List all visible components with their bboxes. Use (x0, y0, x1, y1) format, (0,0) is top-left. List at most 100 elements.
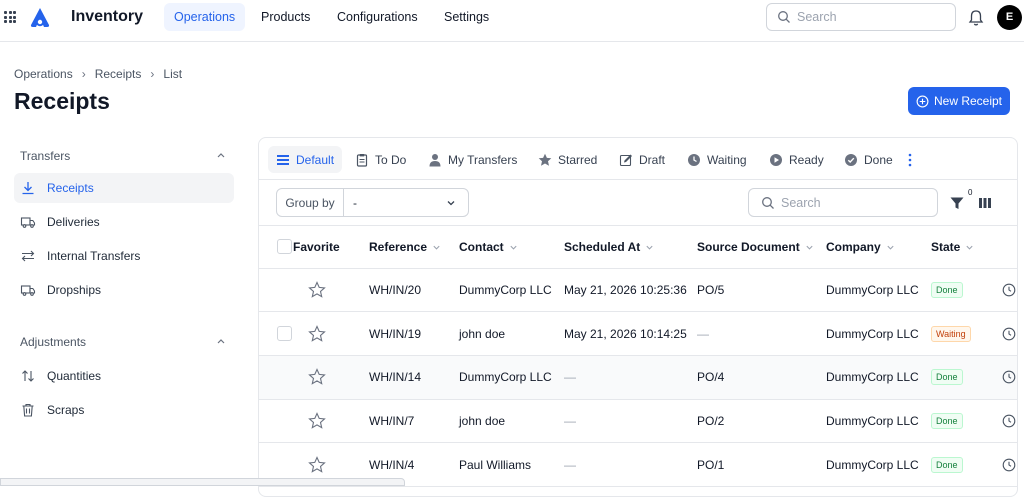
cell-contact: DummyCorp LLC (459, 355, 564, 400)
clipboard-icon (355, 153, 369, 167)
breadcrumb-receipts[interactable]: Receipts (95, 67, 142, 81)
filter-my-transfers[interactable]: My Transfers (420, 146, 525, 173)
cell-company: DummyCorp LLC (826, 355, 931, 400)
clock-icon[interactable] (1002, 370, 1016, 384)
clock-icon[interactable] (1002, 458, 1016, 472)
group-by-label: Group by (277, 189, 344, 216)
row-checkbox[interactable] (277, 326, 292, 342)
top-navbar: Inventory Operations Products Configurat… (0, 0, 1024, 42)
sidebar-section-transfers[interactable]: Transfers (20, 149, 70, 163)
cell-reference: WH/IN/19 (369, 311, 459, 356)
filter-done[interactable]: Done (836, 146, 901, 173)
nav-settings[interactable]: Settings (434, 3, 499, 31)
cell-source: PO/4 (697, 355, 826, 400)
nav-operations[interactable]: Operations (164, 3, 246, 31)
chevron-down-icon (447, 200, 455, 205)
app-title: Inventory (71, 8, 144, 25)
table-row[interactable]: WH/IN/19 john doe May 21, 2026 10:14:25 … (259, 311, 1017, 356)
sidebar-item-deliveries[interactable]: Deliveries (14, 207, 234, 237)
select-all-checkbox[interactable] (277, 239, 292, 255)
sidebar-item-internal-transfers[interactable]: Internal Transfers (14, 241, 234, 271)
clock-icon[interactable] (1002, 283, 1016, 297)
table-row[interactable]: WH/IN/7 john doe — PO/2 DummyCorp LLC Do… (259, 399, 1017, 444)
breadcrumb-list: List (163, 67, 183, 81)
cell-scheduled: May 21, 2026 10:25:36 (564, 268, 697, 313)
column-header-reference[interactable]: Reference (369, 226, 459, 269)
group-by-value: - (353, 195, 357, 210)
filter-default[interactable]: Default (268, 146, 343, 173)
sidebar-item-receipts[interactable]: Receipts (14, 173, 234, 203)
cell-source: PO/2 (697, 399, 826, 444)
receipts-list-panel: Default To Do My Transfers Starred Draft… (258, 137, 1018, 497)
column-header-source-document[interactable]: Source Document (697, 226, 826, 269)
columns-icon[interactable] (978, 196, 992, 210)
list-search-input[interactable] (781, 195, 921, 210)
column-header-contact[interactable]: Contact (459, 226, 564, 269)
filter-tabs: Default To Do My Transfers Starred Draft… (259, 138, 1017, 180)
cell-scheduled: — (564, 442, 697, 487)
sidebar-item-dropships[interactable]: Dropships (14, 275, 234, 305)
bell-icon[interactable] (966, 8, 986, 28)
cell-contact: john doe (459, 311, 564, 356)
receipts-table: Favorite Reference Contact Scheduled At … (259, 226, 1017, 487)
star-outline-icon[interactable] (308, 412, 326, 430)
nav-products[interactable]: Products (251, 3, 320, 31)
nav-configurations[interactable]: Configurations (327, 3, 428, 31)
list-search[interactable] (748, 188, 938, 217)
check-circle-icon (844, 153, 858, 167)
apps-grid-icon[interactable] (4, 11, 16, 23)
filter-to-do[interactable]: To Do (347, 146, 414, 173)
list-toolbar: Group by - 0 (259, 180, 1017, 226)
more-vertical-icon[interactable] (908, 153, 912, 167)
cell-reference: WH/IN/7 (369, 399, 459, 444)
new-receipt-button[interactable]: New Receipt (908, 87, 1010, 115)
filter-waiting[interactable]: Waiting (679, 146, 755, 173)
star-outline-icon[interactable] (308, 368, 326, 386)
cell-source: PO/1 (697, 442, 826, 487)
global-search[interactable] (766, 3, 956, 31)
star-outline-icon[interactable] (308, 324, 326, 343)
status-badge: Done (931, 456, 963, 473)
star-outline-icon[interactable] (308, 455, 326, 474)
global-search-input[interactable] (797, 10, 937, 24)
sidebar-item-label: Deliveries (47, 215, 100, 229)
clock-icon[interactable] (1002, 414, 1016, 428)
sidebar-item-label: Quantities (47, 369, 102, 383)
sidebar-item-scraps[interactable]: Scraps (14, 395, 234, 425)
filter-draft[interactable]: Draft (611, 146, 673, 173)
sidebar-item-quantities[interactable]: Quantities (14, 361, 234, 391)
breadcrumb-operations[interactable]: Operations (14, 67, 73, 81)
table-row[interactable]: WH/IN/14 DummyCorp LLC — PO/4 DummyCorp … (259, 355, 1017, 400)
column-header-state[interactable]: State (931, 226, 998, 269)
filter-ready[interactable]: Ready (761, 146, 832, 173)
clock-icon[interactable] (1002, 327, 1016, 341)
filter-funnel-icon[interactable] (949, 195, 965, 211)
column-header-company[interactable]: Company (826, 226, 931, 269)
cell-reference: WH/IN/14 (369, 355, 459, 400)
cell-contact: Paul Williams (459, 442, 564, 487)
status-badge: Waiting (931, 325, 971, 342)
cell-scheduled: May 21, 2026 10:14:25 (564, 311, 697, 356)
group-by-select[interactable]: Group by - (276, 188, 469, 217)
filter-label: Waiting (707, 152, 747, 167)
table-row[interactable]: WH/IN/20 DummyCorp LLC May 21, 2026 10:2… (259, 268, 1017, 313)
column-header-favorite: Favorite (293, 226, 369, 269)
column-header-scheduled-at[interactable]: Scheduled At (564, 226, 697, 269)
cell-contact: john doe (459, 399, 564, 444)
sidebar-section-adjustments[interactable]: Adjustments (20, 335, 86, 349)
chevron-down-icon (510, 245, 517, 250)
chevron-up-icon[interactable] (215, 335, 227, 347)
star-outline-icon[interactable] (308, 281, 326, 299)
user-icon (428, 153, 442, 167)
cell-scheduled: — (564, 355, 697, 400)
star-icon (538, 153, 552, 167)
filter-count-badge: 0 (968, 188, 973, 197)
page-title: Receipts (14, 88, 110, 114)
chevron-up-icon[interactable] (215, 149, 227, 161)
filter-starred[interactable]: Starred (530, 146, 605, 173)
pencil-icon (619, 153, 633, 167)
breadcrumb: Operations › Receipts › List (14, 67, 182, 81)
user-avatar[interactable]: E (997, 5, 1022, 30)
status-badge: Done (931, 369, 963, 386)
app-logo-icon[interactable] (28, 6, 52, 30)
